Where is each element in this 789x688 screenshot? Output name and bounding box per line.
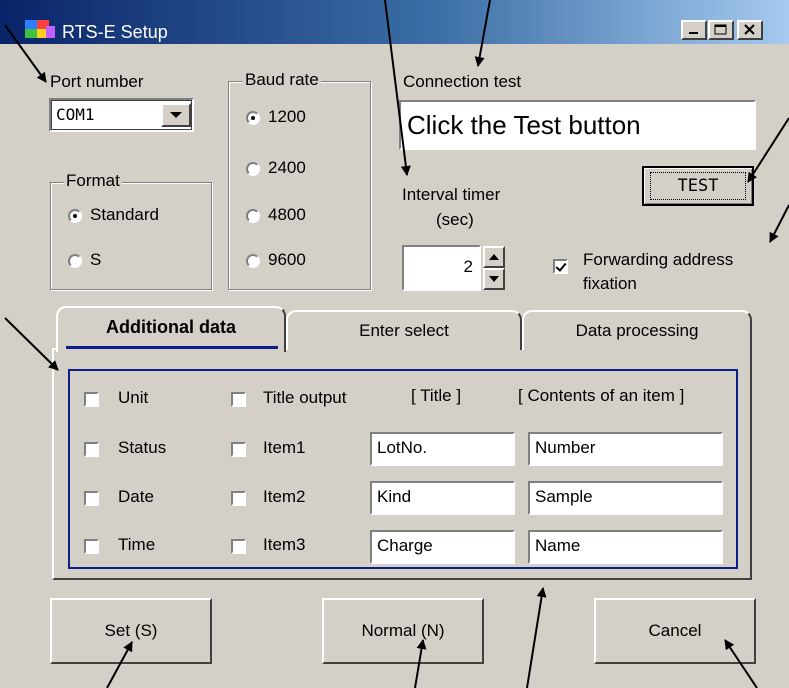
item1-title-value: LotNo. bbox=[377, 438, 428, 457]
date-checkbox[interactable] bbox=[84, 491, 99, 506]
item3-title-value: Charge bbox=[377, 536, 433, 555]
item2-title-input[interactable]: Kind bbox=[370, 481, 515, 515]
baud-2400-radio[interactable] bbox=[246, 162, 260, 176]
item1-contents-value: Number bbox=[535, 438, 596, 457]
arrow-forwarding-address bbox=[769, 204, 789, 243]
time-label: Time bbox=[118, 535, 156, 554]
status-label: Status bbox=[118, 438, 167, 457]
baud-4800-radio[interactable] bbox=[246, 209, 260, 223]
interval-value: 2 bbox=[463, 257, 473, 276]
baud-1200-radio[interactable] bbox=[246, 111, 260, 125]
baud-rate-label: Baud rate bbox=[243, 70, 321, 90]
interval-input[interactable]: 2 bbox=[402, 245, 481, 291]
item1-contents-input[interactable]: Number bbox=[528, 432, 723, 466]
tab-data-processing[interactable]: Data processing bbox=[522, 310, 752, 350]
tab-enter-select-label: Enter select bbox=[359, 321, 449, 340]
contents-column-header: [ Contents of an item ] bbox=[518, 386, 685, 405]
forwarding-address-checkbox[interactable] bbox=[553, 259, 568, 274]
minimize-button[interactable] bbox=[681, 20, 707, 40]
title-column-header: [ Title ] bbox=[411, 386, 462, 405]
cancel-button[interactable]: Cancel bbox=[594, 598, 756, 664]
test-button-label: TEST bbox=[650, 172, 746, 200]
item1-title-input[interactable]: LotNo. bbox=[370, 432, 515, 466]
interval-timer-label: Interval timer bbox=[402, 185, 501, 204]
interval-timer-unit: (sec) bbox=[436, 210, 474, 229]
baud-2400-label: 2400 bbox=[268, 158, 306, 177]
interval-up-button[interactable] bbox=[483, 246, 505, 268]
item2-contents-value: Sample bbox=[535, 487, 593, 506]
chevron-down-icon bbox=[170, 112, 182, 118]
item1-label: Item1 bbox=[263, 438, 306, 457]
item1-checkbox[interactable] bbox=[231, 442, 246, 457]
item2-contents-input[interactable]: Sample bbox=[528, 481, 723, 515]
tab-data-processing-label: Data processing bbox=[575, 321, 699, 340]
close-button[interactable] bbox=[737, 20, 763, 40]
baud-9600-radio[interactable] bbox=[246, 254, 260, 268]
tab-enter-select[interactable]: Enter select bbox=[286, 310, 522, 350]
arrow-tab-panel bbox=[526, 587, 547, 688]
format-group bbox=[50, 182, 212, 290]
arrow-up-icon bbox=[489, 254, 499, 260]
maximize-icon bbox=[714, 24, 727, 35]
title-output-label: Title output bbox=[263, 388, 347, 407]
unit-label: Unit bbox=[118, 388, 149, 407]
time-checkbox[interactable] bbox=[84, 539, 99, 554]
interval-down-button[interactable] bbox=[483, 268, 505, 290]
forwarding-address-label: Forwarding address bbox=[583, 250, 734, 269]
window-title: RTS-E Setup bbox=[62, 22, 168, 42]
item3-contents-value: Name bbox=[535, 536, 581, 555]
item3-title-input[interactable]: Charge bbox=[370, 530, 515, 564]
baud-9600-label: 9600 bbox=[268, 250, 306, 269]
maximize-button[interactable] bbox=[708, 20, 734, 40]
title-output-checkbox[interactable] bbox=[231, 392, 246, 407]
item2-checkbox[interactable] bbox=[231, 491, 246, 506]
normal-button-label: Normal (N) bbox=[361, 621, 445, 640]
arrow-down-icon bbox=[489, 276, 499, 282]
connection-test-message: Click the Test button bbox=[407, 110, 641, 140]
format-s-radio[interactable] bbox=[68, 254, 82, 268]
format-s-label: S bbox=[90, 250, 102, 269]
date-label: Date bbox=[118, 487, 154, 506]
item3-contents-input[interactable]: Name bbox=[528, 530, 723, 564]
baud-1200-label: 1200 bbox=[268, 107, 306, 126]
connection-test-label: Connection test bbox=[403, 72, 522, 91]
set-button[interactable]: Set (S) bbox=[50, 598, 212, 664]
active-tab-underline bbox=[66, 346, 278, 349]
close-icon bbox=[744, 24, 755, 35]
item3-checkbox[interactable] bbox=[231, 539, 246, 554]
minimize-icon bbox=[689, 32, 698, 34]
port-number-label: Port number bbox=[50, 72, 144, 91]
port-dropdown-button[interactable] bbox=[161, 103, 191, 127]
normal-button[interactable]: Normal (N) bbox=[322, 598, 484, 664]
baud-4800-label: 4800 bbox=[268, 205, 306, 224]
port-value: COM1 bbox=[56, 105, 95, 124]
forwarding-address-label-line2: fixation bbox=[583, 274, 637, 293]
item2-label: Item2 bbox=[263, 487, 306, 506]
tab-additional-data-label: Additional data bbox=[106, 317, 236, 337]
format-standard-radio[interactable] bbox=[68, 209, 82, 223]
item2-title-value: Kind bbox=[377, 487, 412, 506]
title-bar[interactable]: RTS-E Setup bbox=[0, 0, 789, 44]
tab-additional-data[interactable]: Additional data bbox=[56, 306, 286, 352]
format-standard-label: Standard bbox=[90, 205, 159, 224]
app-icon bbox=[25, 20, 55, 38]
test-button[interactable]: TEST bbox=[642, 166, 754, 206]
connection-test-output: Click the Test button bbox=[399, 100, 756, 150]
arrow-additional-data bbox=[4, 317, 59, 371]
status-checkbox[interactable] bbox=[84, 442, 99, 457]
cancel-button-label: Cancel bbox=[648, 621, 702, 640]
unit-checkbox[interactable] bbox=[84, 392, 99, 407]
item3-label: Item3 bbox=[263, 535, 306, 554]
format-group-label: Format bbox=[64, 171, 122, 191]
port-select[interactable]: COM1 bbox=[49, 98, 194, 132]
set-button-label: Set (S) bbox=[104, 621, 158, 640]
setup-dialog: RTS-E Setup Port number COM1 Format Stan… bbox=[0, 0, 789, 688]
